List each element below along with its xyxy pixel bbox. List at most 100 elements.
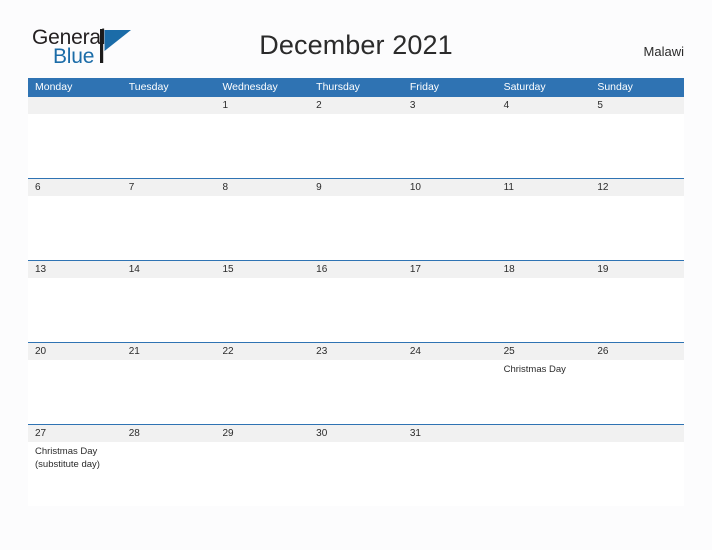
day-events-empty	[590, 278, 684, 342]
week-event-band: Christmas Day (substitute day)	[28, 442, 684, 506]
day-events-empty	[590, 360, 684, 424]
holiday-label: Christmas Day	[503, 364, 566, 375]
day-number[interactable]: 23	[309, 343, 403, 360]
week-date-band: 20 21 22 23 24 25 26	[28, 342, 684, 360]
day-events-empty	[403, 442, 497, 506]
day-number[interactable]: 16	[309, 261, 403, 278]
page-header: General Blue December 2021 Malawi	[0, 0, 712, 78]
day-events-empty	[215, 442, 309, 506]
calendar-week-row: 20 21 22 23 24 25 26 Christmas Day	[28, 342, 684, 424]
day-number[interactable]: 7	[122, 179, 216, 196]
day-events-empty	[28, 196, 122, 260]
calendar-week-row: 6 7 8 9 10 11 12	[28, 178, 684, 260]
day-number[interactable]: 26	[590, 343, 684, 360]
day-number[interactable]: 27	[28, 425, 122, 442]
day-events-empty	[403, 278, 497, 342]
week-date-band: 27 28 29 30 31	[28, 424, 684, 442]
calendar-grid: Monday Tuesday Wednesday Thursday Friday…	[28, 78, 684, 506]
day-number[interactable]: 28	[122, 425, 216, 442]
calendar-page: General Blue December 2021 Malawi Monday…	[0, 0, 712, 550]
day-number-empty	[28, 97, 122, 114]
day-events-empty	[497, 278, 591, 342]
calendar-weeks: 1 2 3 4 5 6 7 8 9 10 11 12 13 14 15 16 17 18 19 20 21 22 23 24 2…	[28, 97, 684, 506]
day-events-empty	[309, 196, 403, 260]
day-number[interactable]: 24	[403, 343, 497, 360]
day-events-empty	[403, 196, 497, 260]
day-number[interactable]: 18	[497, 261, 591, 278]
week-date-band: 6 7 8 9 10 11 12	[28, 178, 684, 196]
calendar-week-row: 12345	[28, 97, 684, 178]
calendar-week-row: 27 28 29 30 31 Christmas Day (substitute day)	[28, 424, 684, 506]
page-title: December 2021	[259, 30, 453, 60]
day-events-empty	[309, 360, 403, 424]
week-event-band	[28, 196, 684, 260]
day-number[interactable]: 15	[215, 261, 309, 278]
day-events-empty	[309, 114, 403, 178]
day-events-empty	[497, 114, 591, 178]
week-event-band: Christmas Day	[28, 360, 684, 424]
day-number[interactable]: 11	[497, 179, 591, 196]
day-number[interactable]: 31	[403, 425, 497, 442]
day-events-empty	[215, 360, 309, 424]
weekday-monday: Monday	[35, 81, 73, 93]
day-number[interactable]: 13	[28, 261, 122, 278]
day-events-empty	[122, 360, 216, 424]
weekday-friday: Friday	[409, 81, 440, 93]
weekday-wednesday: Wednesday	[222, 81, 278, 93]
day-number[interactable]: 14	[122, 261, 216, 278]
week-date-band: 13 14 15 16 17 18 19	[28, 260, 684, 278]
day-events-empty	[497, 196, 591, 260]
day-number[interactable]: 8	[215, 179, 309, 196]
day-number[interactable]: 3	[403, 97, 497, 114]
day-events-empty	[215, 278, 309, 342]
day-number[interactable]: 29	[215, 425, 309, 442]
day-events-empty	[215, 114, 309, 178]
weekday-tuesday: Tuesday	[128, 81, 169, 93]
day-number-empty	[122, 97, 216, 114]
day-number[interactable]: 25	[497, 343, 591, 360]
day-events-empty	[28, 278, 122, 342]
day-events-empty	[28, 360, 122, 424]
weekday-saturday: Saturday	[503, 81, 546, 93]
day-events-empty	[403, 114, 497, 178]
week-date-band: 12345	[28, 97, 684, 114]
weekday-header-row: Monday Tuesday Wednesday Thursday Friday…	[28, 78, 684, 97]
day-number[interactable]: 12	[590, 179, 684, 196]
day-number-empty	[590, 425, 684, 442]
day-number[interactable]: 4	[497, 97, 591, 114]
day-number[interactable]: 2	[309, 97, 403, 114]
day-number[interactable]: 6	[28, 179, 122, 196]
day-events-empty	[122, 442, 216, 506]
holiday-label: Christmas Day	[35, 446, 98, 457]
day-number[interactable]: 22	[215, 343, 309, 360]
day-events: Christmas Day (substitute day)	[28, 442, 122, 506]
holiday-label: (substitute day)	[35, 459, 100, 470]
day-events-empty	[590, 442, 684, 506]
day-events-empty	[403, 360, 497, 424]
day-number[interactable]: 1	[215, 97, 309, 114]
day-events-empty	[309, 278, 403, 342]
calendar-week-row: 13 14 15 16 17 18 19	[28, 260, 684, 342]
day-number[interactable]: 19	[590, 261, 684, 278]
day-events: Christmas Day	[497, 360, 591, 424]
day-number[interactable]: 30	[309, 425, 403, 442]
day-events-empty	[28, 114, 122, 178]
day-number[interactable]: 20	[28, 343, 122, 360]
day-number[interactable]: 5	[590, 97, 684, 114]
day-number[interactable]: 10	[403, 179, 497, 196]
day-number[interactable]: 9	[309, 179, 403, 196]
week-event-band	[28, 278, 684, 342]
day-number[interactable]: 21	[122, 343, 216, 360]
weekday-sunday: Sunday	[597, 81, 633, 93]
day-number-empty	[497, 425, 591, 442]
day-events-empty	[590, 196, 684, 260]
day-events-empty	[215, 196, 309, 260]
day-number[interactable]: 17	[403, 261, 497, 278]
day-events-empty	[309, 442, 403, 506]
day-events-empty	[590, 114, 684, 178]
week-event-band	[28, 114, 684, 178]
day-events-empty	[122, 114, 216, 178]
weekday-thursday: Thursday	[316, 81, 360, 93]
day-events-empty	[497, 442, 591, 506]
day-events-empty	[122, 196, 216, 260]
